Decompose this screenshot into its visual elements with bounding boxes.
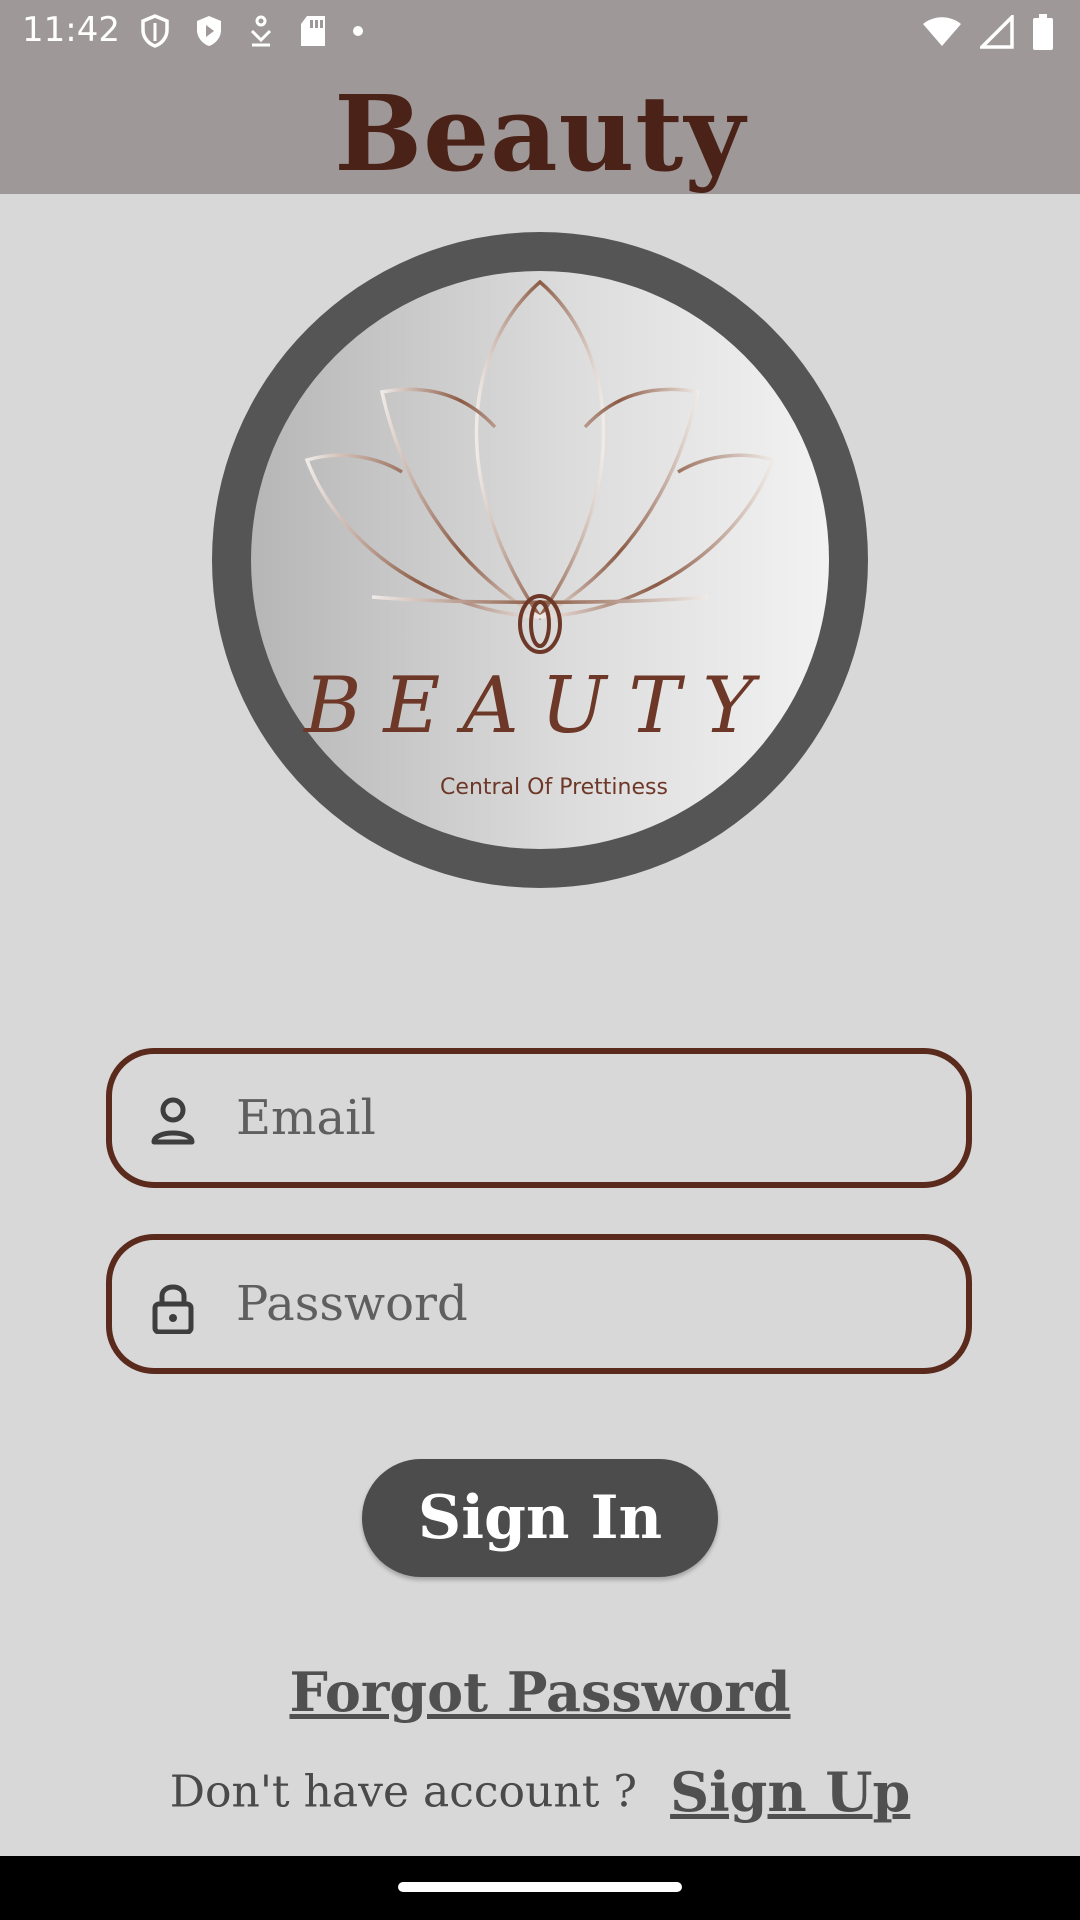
- download-icon: [250, 15, 272, 47]
- app-bar: Beauty: [0, 64, 1080, 195]
- shield-filled-icon: [197, 16, 221, 46]
- app-title: Beauty: [334, 72, 746, 195]
- beauty-logo: BEAUTY Central Of Prettiness: [212, 232, 868, 888]
- no-account-text: Don't have account ?: [169, 1766, 637, 1818]
- sign-up-row: Don't have account ? Sign Up: [0, 1760, 1080, 1824]
- logo-brand-text: BEAUTY: [302, 661, 776, 751]
- home-gesture-handle[interactable]: [398, 1882, 682, 1892]
- sd-card-icon: [301, 16, 325, 46]
- shield-outline-icon: [141, 14, 169, 48]
- dot-icon: [353, 26, 363, 36]
- wifi-icon: [923, 17, 961, 46]
- status-time: 11:42: [22, 10, 120, 50]
- navigation-bar: [0, 1856, 1080, 1920]
- sign-up-link[interactable]: Sign Up: [670, 1760, 910, 1824]
- signal-icon: [980, 15, 1014, 49]
- battery-icon: [1033, 14, 1053, 50]
- lock-icon: [152, 1284, 194, 1334]
- logo-tagline-text: Central Of Prettiness: [440, 775, 668, 800]
- person-icon: [151, 1097, 195, 1145]
- status-bar: 11:42: [0, 0, 1080, 64]
- email-input[interactable]: [236, 1054, 936, 1182]
- forgot-password-link[interactable]: Forgot Password: [0, 1660, 1080, 1724]
- sign-in-button[interactable]: Sign In: [362, 1459, 718, 1577]
- email-field[interactable]: [106, 1048, 972, 1188]
- password-field[interactable]: [106, 1234, 972, 1374]
- password-input[interactable]: [236, 1240, 936, 1368]
